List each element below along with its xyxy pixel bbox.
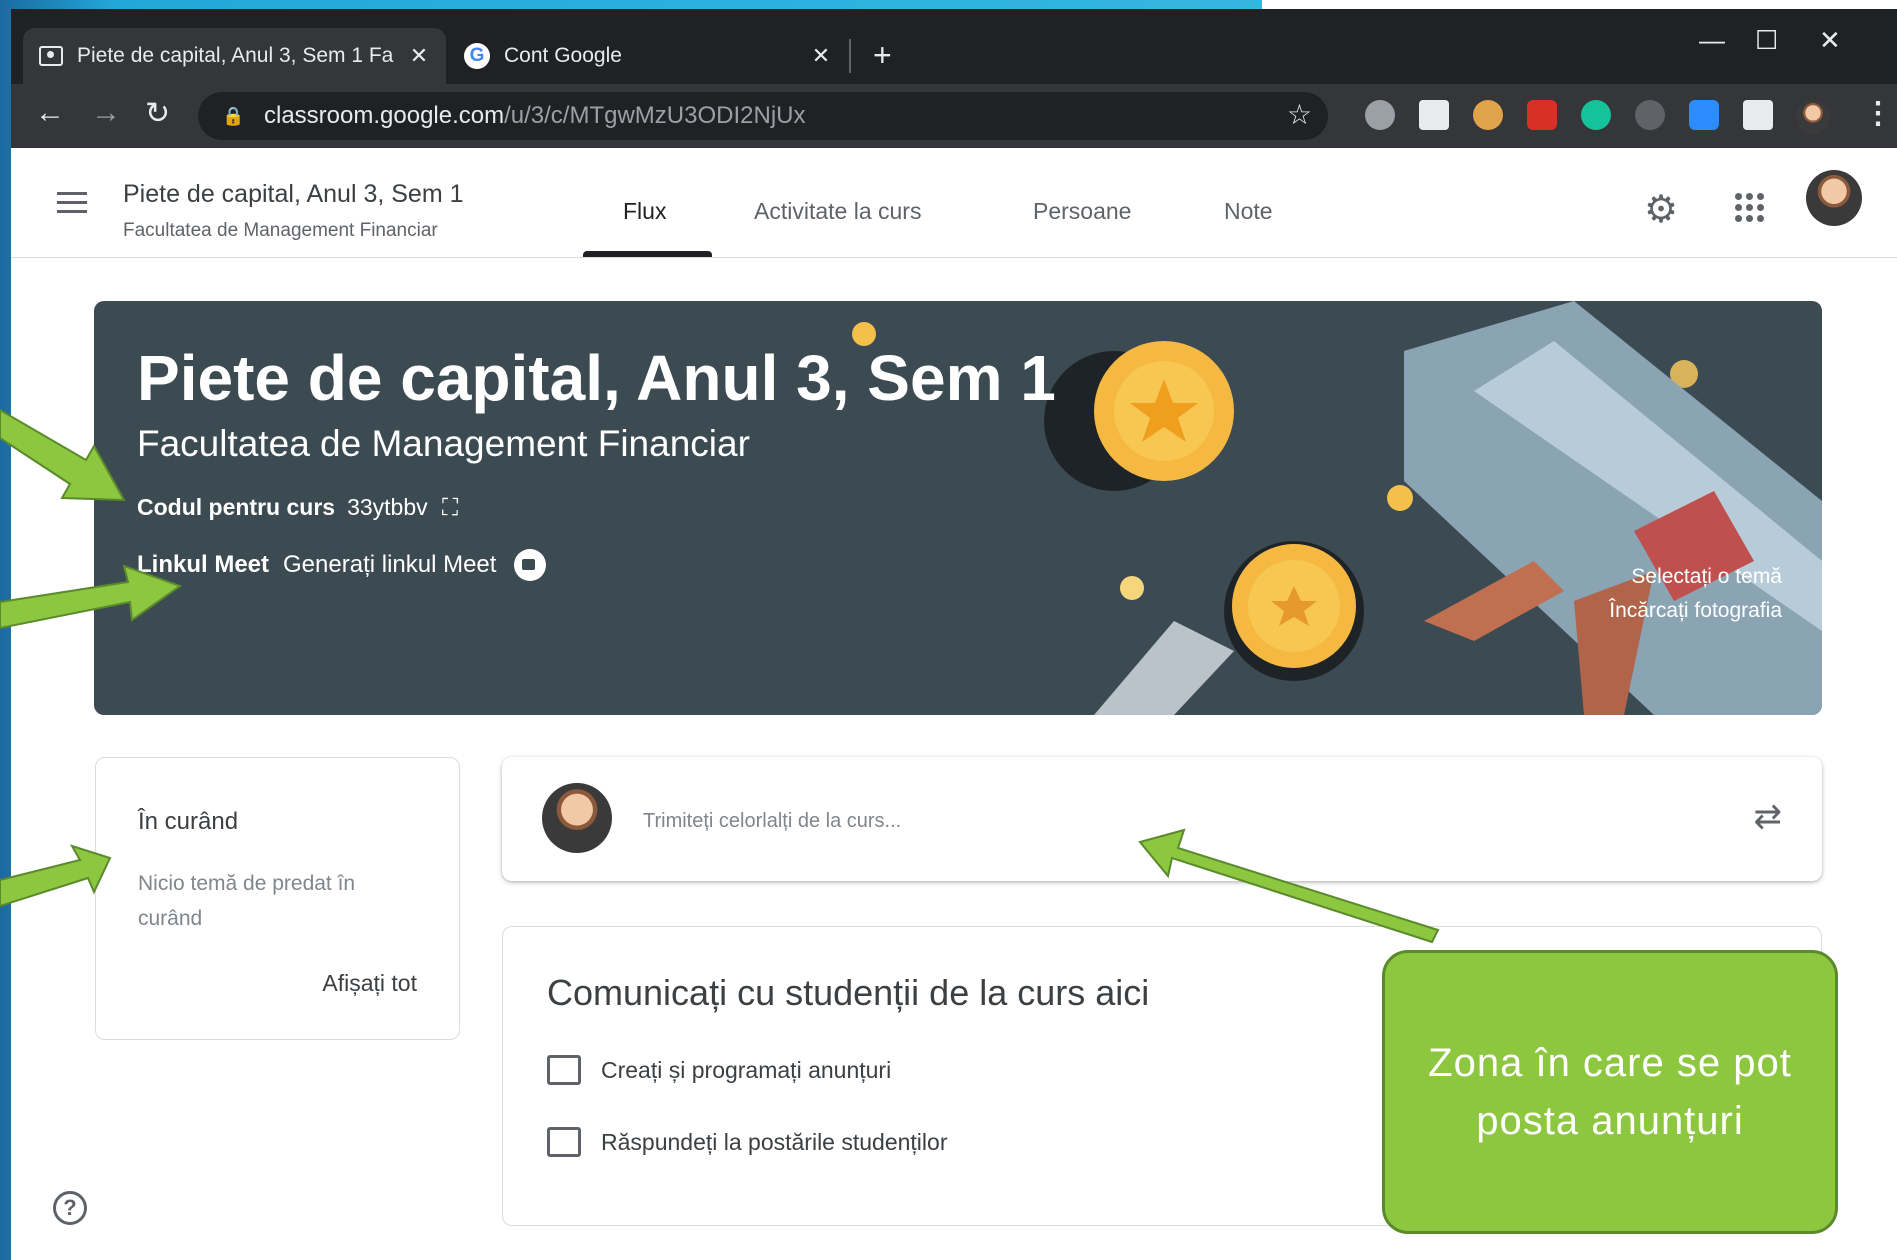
- repost-icon[interactable]: ⇄: [1754, 797, 1783, 837]
- tab-google-account[interactable]: G Cont Google ✕: [448, 28, 848, 84]
- meet-link: Linkul Meet Generați linkul Meet: [137, 549, 547, 581]
- close-tab-icon[interactable]: ✕: [408, 43, 430, 69]
- class-code-label: Codul pentru curs: [137, 494, 336, 520]
- reload-icon[interactable]: ↻: [145, 96, 170, 131]
- extension-icon[interactable]: [1527, 100, 1557, 130]
- back-icon[interactable]: ←: [35, 96, 65, 130]
- help-icon[interactable]: ?: [53, 1191, 87, 1225]
- extension-icon[interactable]: [1419, 100, 1449, 130]
- announcement-box[interactable]: Trimiteți celorlalți de la curs... ⇄: [502, 757, 1822, 881]
- apps-grid-icon[interactable]: [1735, 193, 1765, 222]
- profile-avatar[interactable]: [1796, 100, 1830, 134]
- browser-toolbar: ← → ↻ 🔒 classroom.google.com/u/3/c/MTgwM…: [11, 84, 1897, 148]
- meet-label: Linkul Meet: [137, 551, 270, 578]
- class-subtitle: Facultatea de Management Financiar: [123, 220, 438, 241]
- tab-note[interactable]: Note: [1224, 198, 1273, 225]
- maximize-icon[interactable]: ☐: [1755, 25, 1778, 56]
- fullscreen-icon[interactable]: ⛶: [442, 494, 458, 520]
- comment-icon: [547, 1127, 581, 1157]
- view-all-link[interactable]: Afișați tot: [322, 970, 417, 997]
- extension-icon[interactable]: [1365, 100, 1395, 130]
- communicate-title: Comunicați cu studenții de la curs aici: [547, 972, 1150, 1013]
- tab-title: Cont Google: [504, 44, 622, 67]
- tab-persoane[interactable]: Persoane: [1033, 198, 1131, 225]
- minimize-icon[interactable]: —: [1699, 25, 1725, 56]
- class-code: Codul pentru curs 33ytbbv ⛶: [137, 494, 458, 521]
- forward-icon[interactable]: →: [91, 96, 121, 130]
- user-avatar: [542, 783, 612, 853]
- bookmark-star-icon[interactable]: ☆: [1287, 98, 1312, 131]
- tab-flux[interactable]: Flux: [623, 198, 666, 225]
- tab-bar: Piete de capital, Anul 3, Sem 1 Fa ✕ G C…: [11, 9, 1897, 84]
- communicate-item: Creați și programați anunțuri: [547, 1055, 891, 1085]
- tab-separator: [849, 39, 851, 73]
- upcoming-title: În curând: [138, 808, 239, 835]
- class-banner: Piete de capital, Anul 3, Sem 1 Facultat…: [94, 301, 1822, 715]
- upcoming-empty-text: Nicio temă de predat în curând: [138, 872, 356, 930]
- google-favicon-icon: G: [464, 43, 490, 69]
- gear-icon[interactable]: ⚙: [1644, 187, 1678, 232]
- menu-icon[interactable]: ⋮: [1863, 96, 1893, 131]
- tab-classroom[interactable]: Piete de capital, Anul 3, Sem 1 Fa ✕: [23, 28, 446, 84]
- grammarly-icon[interactable]: [1581, 100, 1611, 130]
- url-host: classroom.google.com: [264, 102, 505, 129]
- communicate-item-label: Creați și programați anunțuri: [601, 1056, 892, 1083]
- banner-subtitle: Facultatea de Management Financiar: [137, 423, 750, 464]
- url-text: classroom.google.com/u/3/c/MTgwMzU3ODI2N…: [264, 102, 806, 130]
- extension-icon[interactable]: [1635, 100, 1665, 130]
- generate-meet-link[interactable]: Generați linkul Meet: [283, 551, 496, 579]
- active-tab-indicator: [583, 251, 712, 257]
- account-avatar[interactable]: [1806, 170, 1862, 226]
- upload-photo-link[interactable]: Încărcați fotografia: [1609, 599, 1782, 623]
- meet-icon[interactable]: [514, 549, 547, 581]
- annotation-callout: Zona în care se pot posta anunțuri: [1382, 950, 1838, 1234]
- classroom-header: Piete de capital, Anul 3, Sem 1 Facultat…: [11, 148, 1897, 258]
- zoom-icon[interactable]: [1689, 100, 1719, 130]
- new-tab-icon[interactable]: +: [873, 37, 892, 74]
- class-title: Piete de capital, Anul 3, Sem 1: [123, 180, 464, 208]
- puzzle-icon[interactable]: [1743, 100, 1773, 130]
- banner-title: Piete de capital, Anul 3, Sem 1: [137, 342, 1056, 414]
- class-code-value: 33ytbbv: [347, 494, 428, 520]
- close-window-icon[interactable]: ✕: [1819, 25, 1841, 56]
- extension-icon[interactable]: [1473, 100, 1503, 130]
- callout-text: Zona în care se pot posta anunțuri: [1428, 1041, 1792, 1143]
- tab-activitate[interactable]: Activitate la curs: [754, 198, 921, 225]
- classroom-favicon-icon: [39, 46, 63, 66]
- url-path: /u/3/c/MTgwMzU3ODI2NjUx: [504, 102, 806, 129]
- tab-title: Piete de capital, Anul 3, Sem 1 Fa: [77, 44, 394, 67]
- lock-icon: 🔒: [222, 105, 245, 126]
- hamburger-icon[interactable]: [57, 192, 87, 219]
- communicate-item: Răspundeți la postările studenților: [547, 1127, 947, 1157]
- announcement-placeholder[interactable]: Trimiteți celorlalți de la curs...: [643, 810, 901, 833]
- select-theme-link[interactable]: Selectați o temă: [1631, 565, 1782, 589]
- announcement-icon: [547, 1055, 581, 1085]
- upcoming-card: În curând Nicio temă de predat în curând…: [95, 757, 460, 1040]
- address-bar[interactable]: 🔒 classroom.google.com/u/3/c/MTgwMzU3ODI…: [198, 92, 1328, 140]
- close-tab-icon[interactable]: ✕: [810, 43, 832, 69]
- communicate-item-label: Răspundeți la postările studenților: [601, 1128, 948, 1155]
